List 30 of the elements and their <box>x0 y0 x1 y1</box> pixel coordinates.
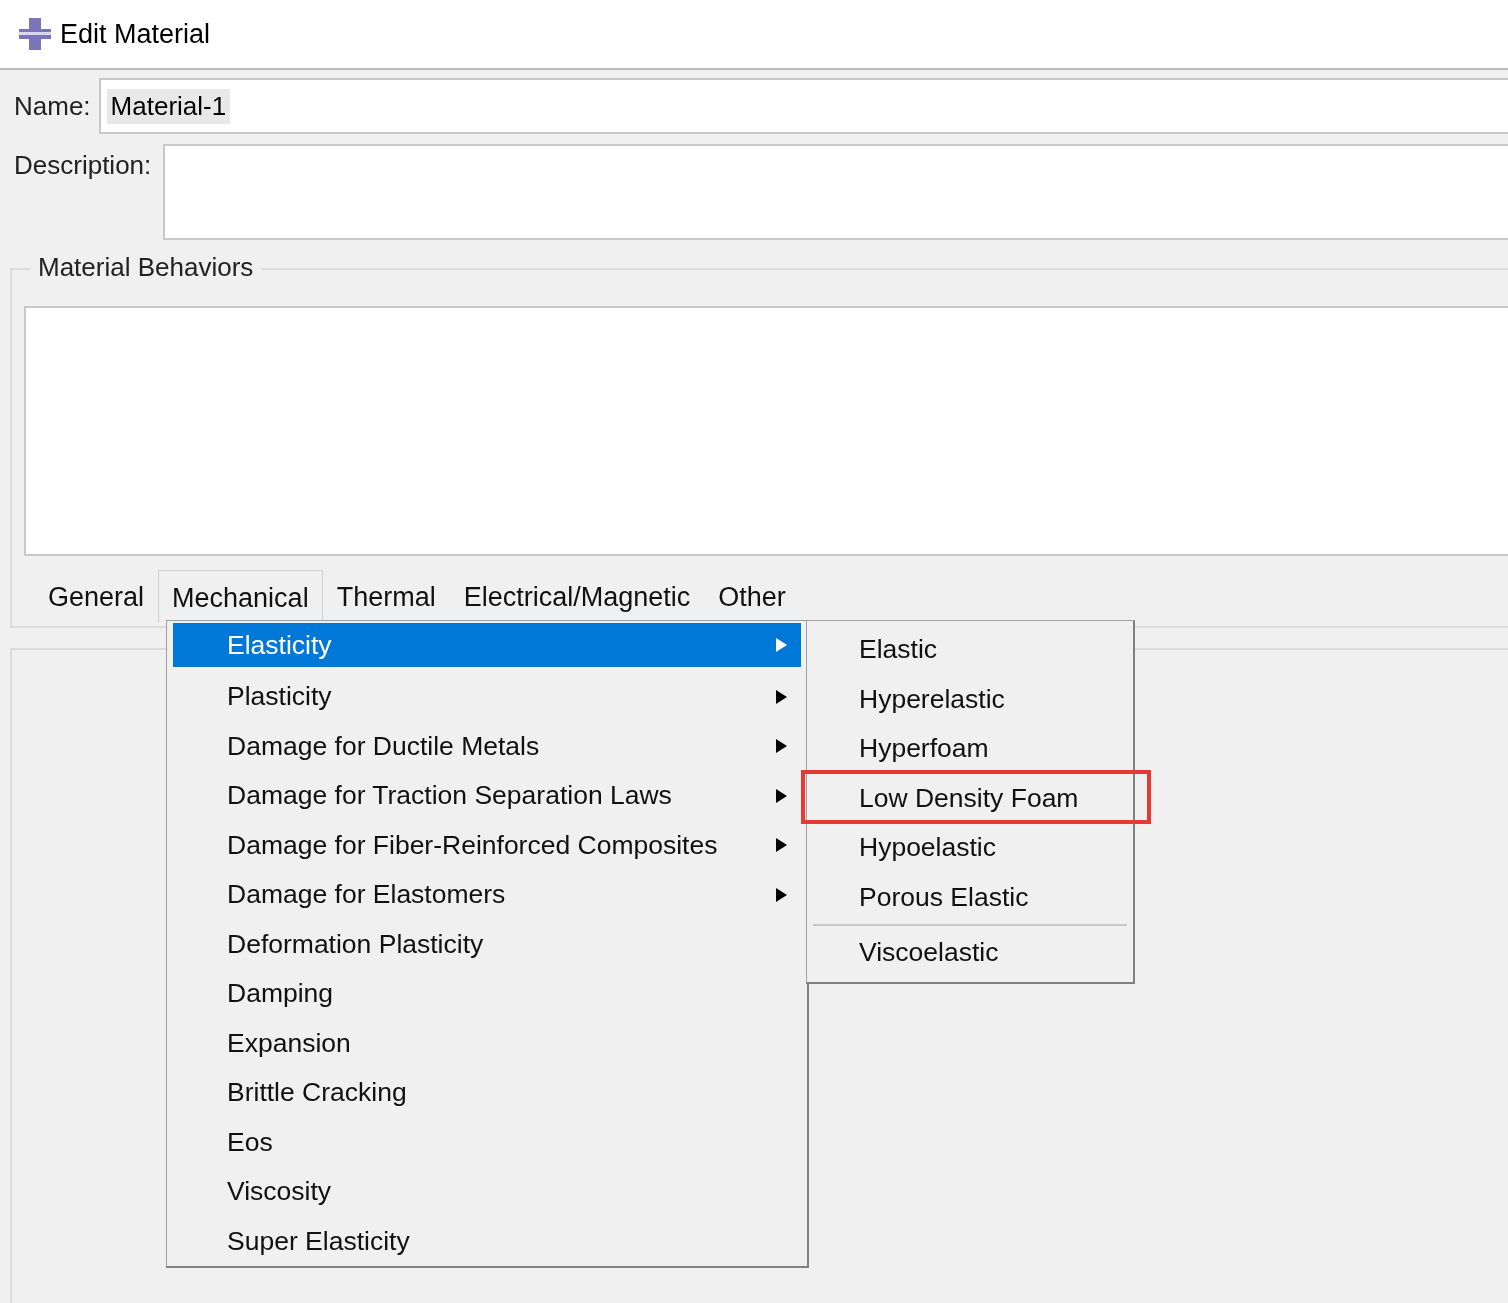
behaviors-list[interactable] <box>24 306 1508 556</box>
submenu-item[interactable]: Hyperfoam <box>807 724 1133 774</box>
menu-item[interactable]: Damping <box>173 969 801 1019</box>
menu-item[interactable]: Damage for Ductile Metals <box>173 721 801 771</box>
description-field[interactable] <box>163 144 1508 240</box>
submenu-item[interactable]: Hyperelastic <box>807 674 1133 724</box>
menu-item[interactable]: Brittle Cracking <box>173 1068 801 1118</box>
menu-tab[interactable]: Thermal <box>322 568 450 623</box>
app-icon <box>18 17 52 51</box>
menu-item[interactable]: Expansion <box>173 1018 801 1068</box>
submenu-item[interactable]: Viscoelastic <box>807 928 1133 978</box>
menu-tab[interactable]: General <box>34 568 159 623</box>
menu-item[interactable]: Deformation Plasticity <box>173 919 801 969</box>
menu-item[interactable]: Damage for Fiber-Reinforced Composites <box>173 820 801 870</box>
submenu-item[interactable]: Elastic <box>807 625 1133 675</box>
menu-item[interactable]: Plasticity <box>173 672 801 722</box>
submenu-item[interactable]: Porous Elastic <box>807 872 1133 922</box>
menu-item[interactable]: Damage for Traction Separation Laws <box>173 771 801 821</box>
menu-tab[interactable]: Electrical/Magnetic <box>449 568 705 623</box>
menu-item[interactable]: Elasticity <box>173 623 801 667</box>
menu-item[interactable]: Eos <box>173 1117 801 1167</box>
description-label: Description: <box>14 149 152 181</box>
menu-tab[interactable]: Other <box>704 568 800 623</box>
name-field[interactable]: Material-1 <box>98 78 1508 134</box>
submenu-item[interactable]: Hypoelastic <box>807 823 1133 873</box>
menu-item[interactable]: Damage for Elastomers <box>173 870 801 920</box>
window-title: Edit Material <box>60 18 211 50</box>
menu-item[interactable]: Super Elasticity <box>173 1216 801 1266</box>
name-label: Name: <box>14 90 91 122</box>
menu-item[interactable]: Viscosity <box>173 1167 801 1217</box>
